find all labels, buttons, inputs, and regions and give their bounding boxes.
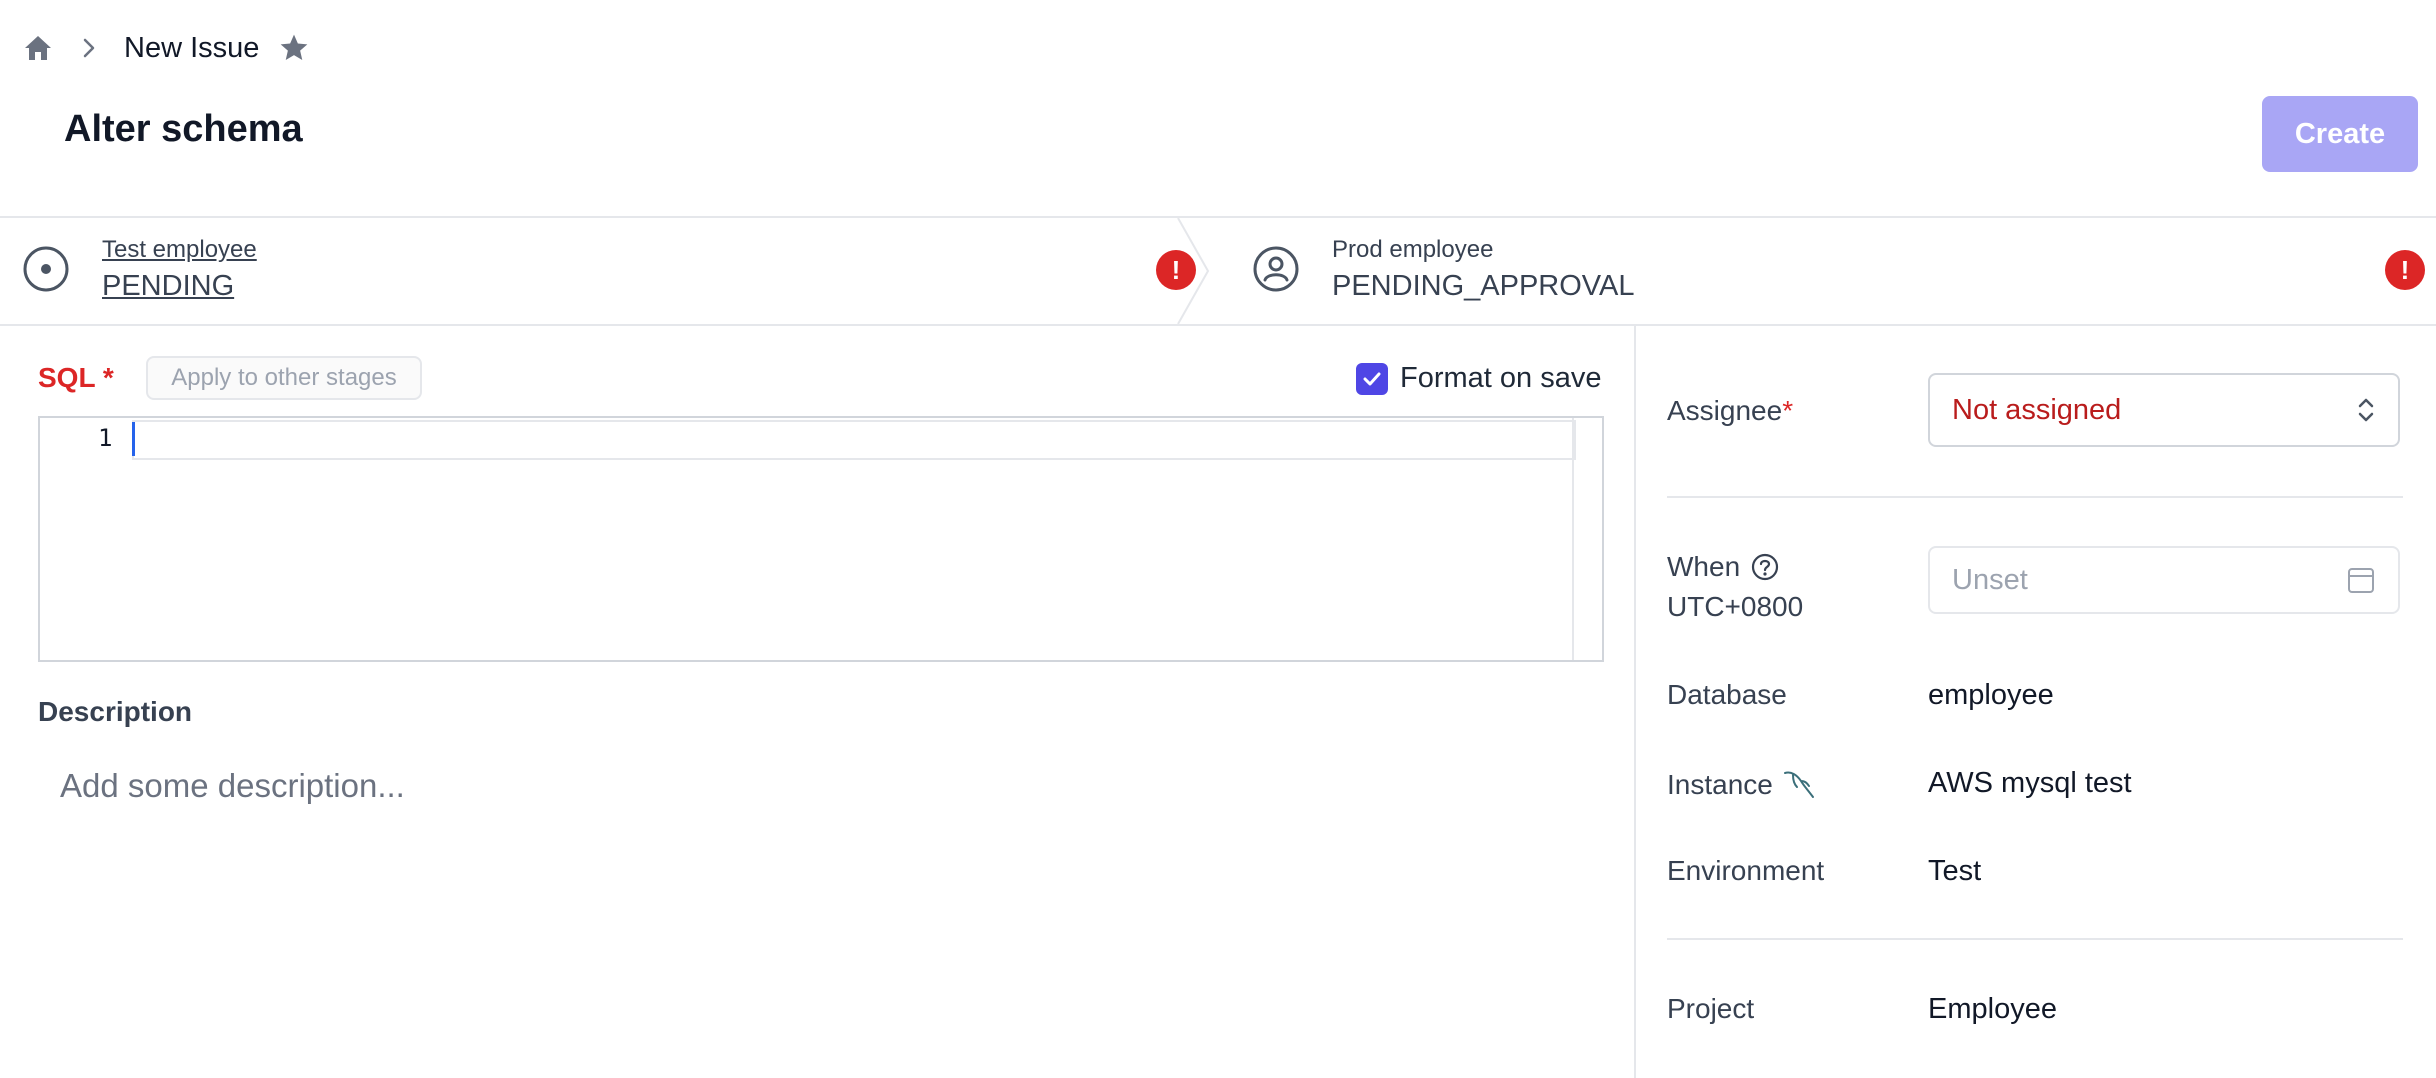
apply-to-other-stages-button[interactable]: Apply to other stages <box>146 356 422 400</box>
question-circle-icon[interactable] <box>1750 552 1780 582</box>
stage-test[interactable] <box>22 245 70 298</box>
pane-divider <box>1634 324 1636 1078</box>
assignee-label: Assignee* <box>1667 395 1793 427</box>
required-mark: * <box>1782 395 1794 426</box>
stage-test-status[interactable]: PENDING <box>102 270 234 303</box>
check-icon <box>1363 372 1381 385</box>
editor-scrollbar[interactable] <box>1572 418 1602 660</box>
format-on-save-checkbox[interactable] <box>1356 362 1388 395</box>
sql-editor[interactable]: 1 <box>38 416 1604 662</box>
required-mark: * <box>102 362 114 393</box>
project-label: Project <box>1667 993 1755 1024</box>
stage-prod-status[interactable]: PENDING_APPROVAL <box>1332 270 1634 303</box>
stage-pipeline <box>0 216 2436 326</box>
chevron-up-down-icon <box>2358 398 2374 422</box>
database-label: Database <box>1667 679 1787 710</box>
sql-label-text: SQL <box>38 362 96 393</box>
exclamation-icon: ! <box>2385 250 2425 290</box>
line-number: 1 <box>98 424 113 452</box>
chevron-right-icon <box>76 32 102 64</box>
environment-value[interactable]: Test <box>1928 855 1981 888</box>
instance-label: Instance <box>1667 767 1817 803</box>
stage-test-environment[interactable]: Test employee <box>102 236 257 264</box>
instance-value[interactable]: AWS mysql test <box>1928 767 2132 800</box>
when-input[interactable]: Unset <box>1928 546 2400 614</box>
instance-label-text: Instance <box>1667 769 1773 800</box>
description-label: Description <box>38 696 193 727</box>
exclamation-icon: ! <box>1156 250 1196 290</box>
page-title: Alter schema <box>64 108 303 150</box>
sidebar-divider <box>1667 496 2403 498</box>
when-placeholder: Unset <box>1952 563 2028 596</box>
home-icon[interactable] <box>22 32 54 64</box>
stage-prod-environment[interactable]: Prod employee <box>1332 236 1493 264</box>
user-circle-icon <box>1253 246 1299 292</box>
format-on-save-label: Format on save <box>1400 362 1602 394</box>
stage-prod[interactable] <box>1252 245 1300 298</box>
project-value[interactable]: Employee <box>1928 993 2057 1026</box>
assignee-select[interactable]: Not assigned <box>1928 373 2400 447</box>
breadcrumb: New Issue <box>22 24 311 72</box>
radio-dot-icon <box>23 246 69 292</box>
mysql-dolphin-icon <box>1783 771 1814 798</box>
database-value[interactable]: employee <box>1928 679 2054 712</box>
assignee-label-text: Assignee <box>1667 395 1783 426</box>
description-input[interactable] <box>58 766 1562 806</box>
sql-label: SQL * <box>38 362 114 394</box>
editor-caret <box>132 422 135 456</box>
star-icon[interactable] <box>277 31 311 65</box>
environment-label: Environment <box>1667 855 1825 886</box>
editor-active-line <box>132 420 1576 460</box>
create-button[interactable]: Create <box>2262 96 2418 172</box>
calendar-icon[interactable] <box>2346 565 2376 595</box>
when-label-text: When <box>1667 551 1741 582</box>
assignee-value: Not assigned <box>1952 393 2122 426</box>
timezone-label: UTC+0800 <box>1667 591 1804 622</box>
sidebar-divider <box>1667 938 2403 940</box>
format-on-save[interactable]: Format on save <box>1356 362 1601 395</box>
breadcrumb-current: New Issue <box>124 31 260 64</box>
when-label: When <box>1667 551 1780 583</box>
